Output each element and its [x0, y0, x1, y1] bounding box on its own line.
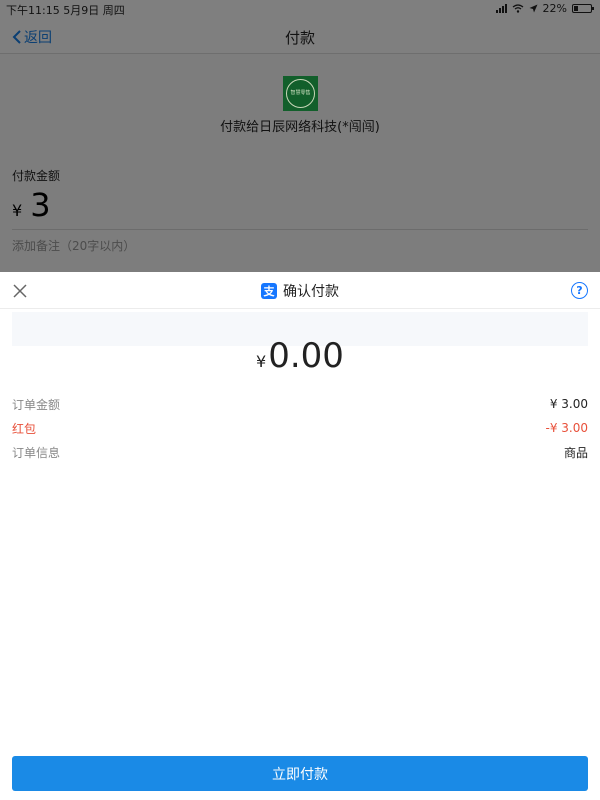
amount-value: 3 [30, 186, 51, 224]
merchant-logo-text: 智慧零售 [290, 90, 311, 96]
row-value: ¥ 3.00 [549, 397, 588, 411]
amount-display: ¥ 3 [12, 186, 51, 224]
order-info-row: 订单信息 商品 [12, 443, 588, 461]
row-label: 红包 [12, 421, 37, 436]
total-value: 0.00 [268, 336, 344, 376]
row-label: 订单金额 [12, 397, 61, 412]
total-currency: ¥ [256, 352, 267, 371]
navigation-bar: 返回 付款 [0, 18, 600, 54]
status-indicators: 22% [495, 2, 594, 15]
sheet-title: 支 确认付款 [0, 281, 600, 301]
alipay-icon: 支 [261, 283, 277, 299]
help-icon[interactable]: ? [571, 282, 588, 299]
pay-now-button[interactable]: 立即付款 [12, 756, 588, 791]
status-time-date: 下午11:15 5月9日 周四 [6, 4, 125, 17]
battery-level [574, 6, 578, 11]
order-amount-row: 订单金额 ¥ 3.00 [12, 395, 588, 413]
battery-icon [572, 4, 594, 13]
row-value: -¥ 3.00 [545, 421, 589, 435]
amount-label: 付款金额 [12, 169, 61, 183]
signal-icon [495, 4, 507, 13]
divider [12, 229, 588, 230]
merchant-logo: 智慧零售 [283, 76, 318, 111]
payment-page-background: 智慧零售 付款给日辰网络科技(*闯闯) 付款金额 ¥ 3 添加备注（20字以内） [0, 55, 600, 272]
merchant-name: 付款给日辰网络科技(*闯闯) [220, 120, 380, 135]
status-bar: 下午11:15 5月9日 周四 22% [0, 0, 600, 18]
row-value: 商品 [563, 445, 588, 460]
battery-percent: 22% [542, 2, 567, 15]
total-amount: ¥0.00 [0, 336, 600, 376]
confirm-payment-sheet: 支 确认付款 ? ¥0.00 订单金额 ¥ 3.00 红包 -¥ 3.00 订单… [0, 272, 600, 800]
currency-symbol: ¥ [12, 201, 23, 220]
remark-input[interactable]: 添加备注（20字以内） [12, 237, 135, 254]
red-packet-row[interactable]: 红包 -¥ 3.00 [12, 419, 588, 437]
wifi-icon [512, 4, 523, 13]
sheet-title-label: 确认付款 [283, 284, 339, 300]
row-label: 订单信息 [12, 445, 61, 460]
sheet-header: 支 确认付款 ? [0, 272, 600, 309]
page-title: 付款 [284, 29, 315, 47]
merchant-logo-ring: 智慧零售 [286, 79, 315, 108]
location-arrow-icon [529, 4, 538, 13]
